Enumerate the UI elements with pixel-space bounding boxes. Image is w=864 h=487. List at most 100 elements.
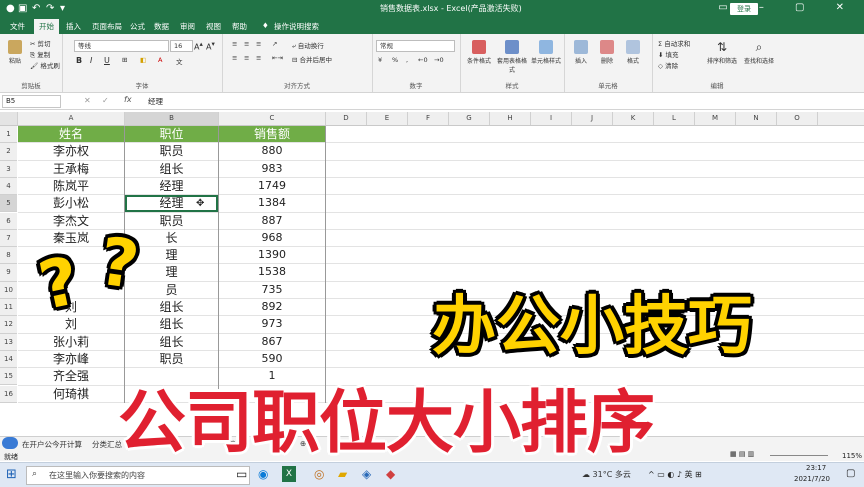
row-header[interactable]: 11 xyxy=(0,299,17,317)
table-header-cell[interactable]: 销售额 xyxy=(219,126,325,143)
column-header[interactable]: I xyxy=(531,112,572,125)
table-cell[interactable]: 齐全强 xyxy=(18,368,124,384)
column-header[interactable]: K xyxy=(613,112,654,125)
italic-button[interactable]: I xyxy=(90,56,92,65)
table-cell[interactable]: 李亦权 xyxy=(18,143,124,159)
delete-cells-button[interactable]: 删除 xyxy=(596,40,618,65)
row-header[interactable]: 6 xyxy=(0,212,17,230)
tell-me-search[interactable]: 操作说明搜索 xyxy=(274,21,319,32)
table-cell[interactable]: 职员 xyxy=(125,143,218,159)
phonetic-icon[interactable]: 文 xyxy=(176,56,183,66)
sheet-tab[interactable]: 今开计算 xyxy=(52,439,82,450)
wrap-text-button[interactable]: ⤶ 自动换行 xyxy=(292,40,324,51)
row-header[interactable]: 12 xyxy=(0,316,17,334)
table-cell[interactable]: 彭小松 xyxy=(18,195,124,211)
tab-formulas[interactable]: 公式 xyxy=(130,21,145,32)
column-header[interactable]: M xyxy=(695,112,736,125)
zoom-slider[interactable] xyxy=(770,455,828,456)
cut-button[interactable]: ✂ 剪切 xyxy=(30,38,51,48)
column-header[interactable]: D xyxy=(326,112,367,125)
redo-icon[interactable]: ↷ xyxy=(46,3,54,14)
zoom-level[interactable]: 115% xyxy=(842,452,862,460)
row-header[interactable]: 1 xyxy=(0,126,17,144)
autosum-button[interactable]: Σ 自动求和 xyxy=(658,38,690,48)
paste-button[interactable]: 粘贴 xyxy=(4,40,26,65)
autosave-icon[interactable]: ● xyxy=(6,3,15,14)
row-header[interactable]: 15 xyxy=(0,368,17,386)
sort-filter-button[interactable]: ⇅ 排序和筛选 xyxy=(706,40,738,65)
merge-center-button[interactable]: ⊟ 合并后居中 xyxy=(292,54,332,64)
table-cell[interactable]: 1384 xyxy=(219,195,325,211)
view-mode-icons[interactable]: ▦ ▤ ▥ xyxy=(730,450,754,458)
table-cell[interactable]: 张小莉 xyxy=(18,334,124,350)
row-header[interactable]: 8 xyxy=(0,247,17,265)
folder-icon[interactable]: ▰ xyxy=(338,467,347,481)
table-cell[interactable]: 880 xyxy=(219,143,325,159)
comma-icon[interactable]: , xyxy=(406,56,408,64)
conditional-format-button[interactable]: 条件格式 xyxy=(464,40,494,65)
tab-data[interactable]: 数据 xyxy=(154,21,169,32)
table-cell[interactable]: 员 xyxy=(125,282,218,298)
table-cell[interactable]: 1749 xyxy=(219,178,325,194)
taskbar-search-input[interactable]: 在这里输入你要搜索的内容 xyxy=(26,466,250,485)
column-header[interactable]: F xyxy=(408,112,449,125)
cancel-icon[interactable]: ✕ xyxy=(84,96,91,105)
row-header[interactable]: 13 xyxy=(0,333,17,351)
decrease-decimal-icon[interactable]: →0 xyxy=(434,56,444,64)
app-taskbar-icon-3[interactable]: ◆ xyxy=(386,467,395,481)
table-cell[interactable]: 何琦祺 xyxy=(18,386,124,402)
align-top-icon[interactable]: ≡ xyxy=(232,40,237,48)
excel-taskbar-icon[interactable]: X xyxy=(282,466,296,482)
enter-icon[interactable]: ✓ xyxy=(102,96,109,105)
save-icon[interactable]: ▣ xyxy=(18,3,27,14)
app-taskbar-icon-2[interactable]: ◈ xyxy=(362,467,371,481)
table-cell[interactable]: 892 xyxy=(219,299,325,315)
format-as-table-button[interactable]: 套用表格格式 xyxy=(496,40,528,74)
row-header[interactable]: 10 xyxy=(0,281,17,299)
table-cell[interactable]: 职员 xyxy=(125,213,218,229)
column-header[interactable]: N xyxy=(736,112,777,125)
table-cell[interactable]: 组长 xyxy=(125,334,218,350)
task-view-icon[interactable]: ▭ xyxy=(236,467,247,481)
tab-review[interactable]: 审阅 xyxy=(180,21,195,32)
percent-button[interactable]: % xyxy=(392,56,398,64)
cell-styles-button[interactable]: 单元格样式 xyxy=(530,40,562,65)
table-cell[interactable]: 王承梅 xyxy=(18,161,124,177)
row-header[interactable]: 5 xyxy=(0,195,17,213)
number-format-select[interactable]: 常规 xyxy=(376,40,455,52)
select-all-corner[interactable] xyxy=(0,112,18,125)
column-header[interactable]: A xyxy=(18,112,125,125)
table-cell[interactable]: 983 xyxy=(219,161,325,177)
table-cell[interactable]: 经理 xyxy=(125,178,218,194)
table-cell[interactable]: 组长 xyxy=(125,161,218,177)
format-painter-button[interactable]: 🖌 格式刷 xyxy=(30,60,60,70)
insert-cells-button[interactable]: 插入 xyxy=(570,40,592,65)
notifications-icon[interactable]: ▢ xyxy=(846,468,855,479)
fill-color-icon[interactable]: ◧ xyxy=(140,56,146,64)
table-header-cell[interactable]: 姓名 xyxy=(18,126,124,143)
column-header[interactable]: L xyxy=(654,112,695,125)
fill-button[interactable]: ⬇ 填充 xyxy=(658,49,679,59)
insert-function-button[interactable]: fx xyxy=(124,95,132,104)
column-header[interactable]: O xyxy=(777,112,818,125)
tray-icons[interactable]: ^ ▭ ◐ ♪ 英 ⊞ xyxy=(648,469,702,480)
orientation-icon[interactable]: ↗ xyxy=(272,40,277,48)
quick-access-menu-icon[interactable]: ▾ xyxy=(60,3,65,14)
tab-home[interactable]: 开始 xyxy=(34,19,59,34)
underline-button[interactable]: U xyxy=(104,56,110,65)
align-left-icon[interactable]: ≡ xyxy=(232,54,237,62)
table-cell[interactable]: 组长 xyxy=(125,299,218,315)
font-size-select[interactable]: 16 xyxy=(170,40,193,52)
grow-font-button[interactable]: A▴ xyxy=(194,40,203,52)
column-header[interactable]: H xyxy=(490,112,531,125)
clock-time[interactable]: 23:17 xyxy=(806,464,826,472)
table-cell[interactable]: 1390 xyxy=(219,247,325,263)
sheet-tab[interactable]: 在开户公 xyxy=(22,439,52,450)
row-header[interactable]: 7 xyxy=(0,229,17,248)
clear-button[interactable]: ◇ 清除 xyxy=(658,60,678,70)
table-header-cell[interactable]: 职位 xyxy=(125,126,218,143)
tab-help[interactable]: 帮助 xyxy=(232,21,247,32)
row-header[interactable]: 14 xyxy=(0,350,17,369)
currency-icon[interactable]: ¥ xyxy=(378,56,382,64)
window-controls[interactable]: ▭ – ▢ ✕ xyxy=(718,2,858,13)
